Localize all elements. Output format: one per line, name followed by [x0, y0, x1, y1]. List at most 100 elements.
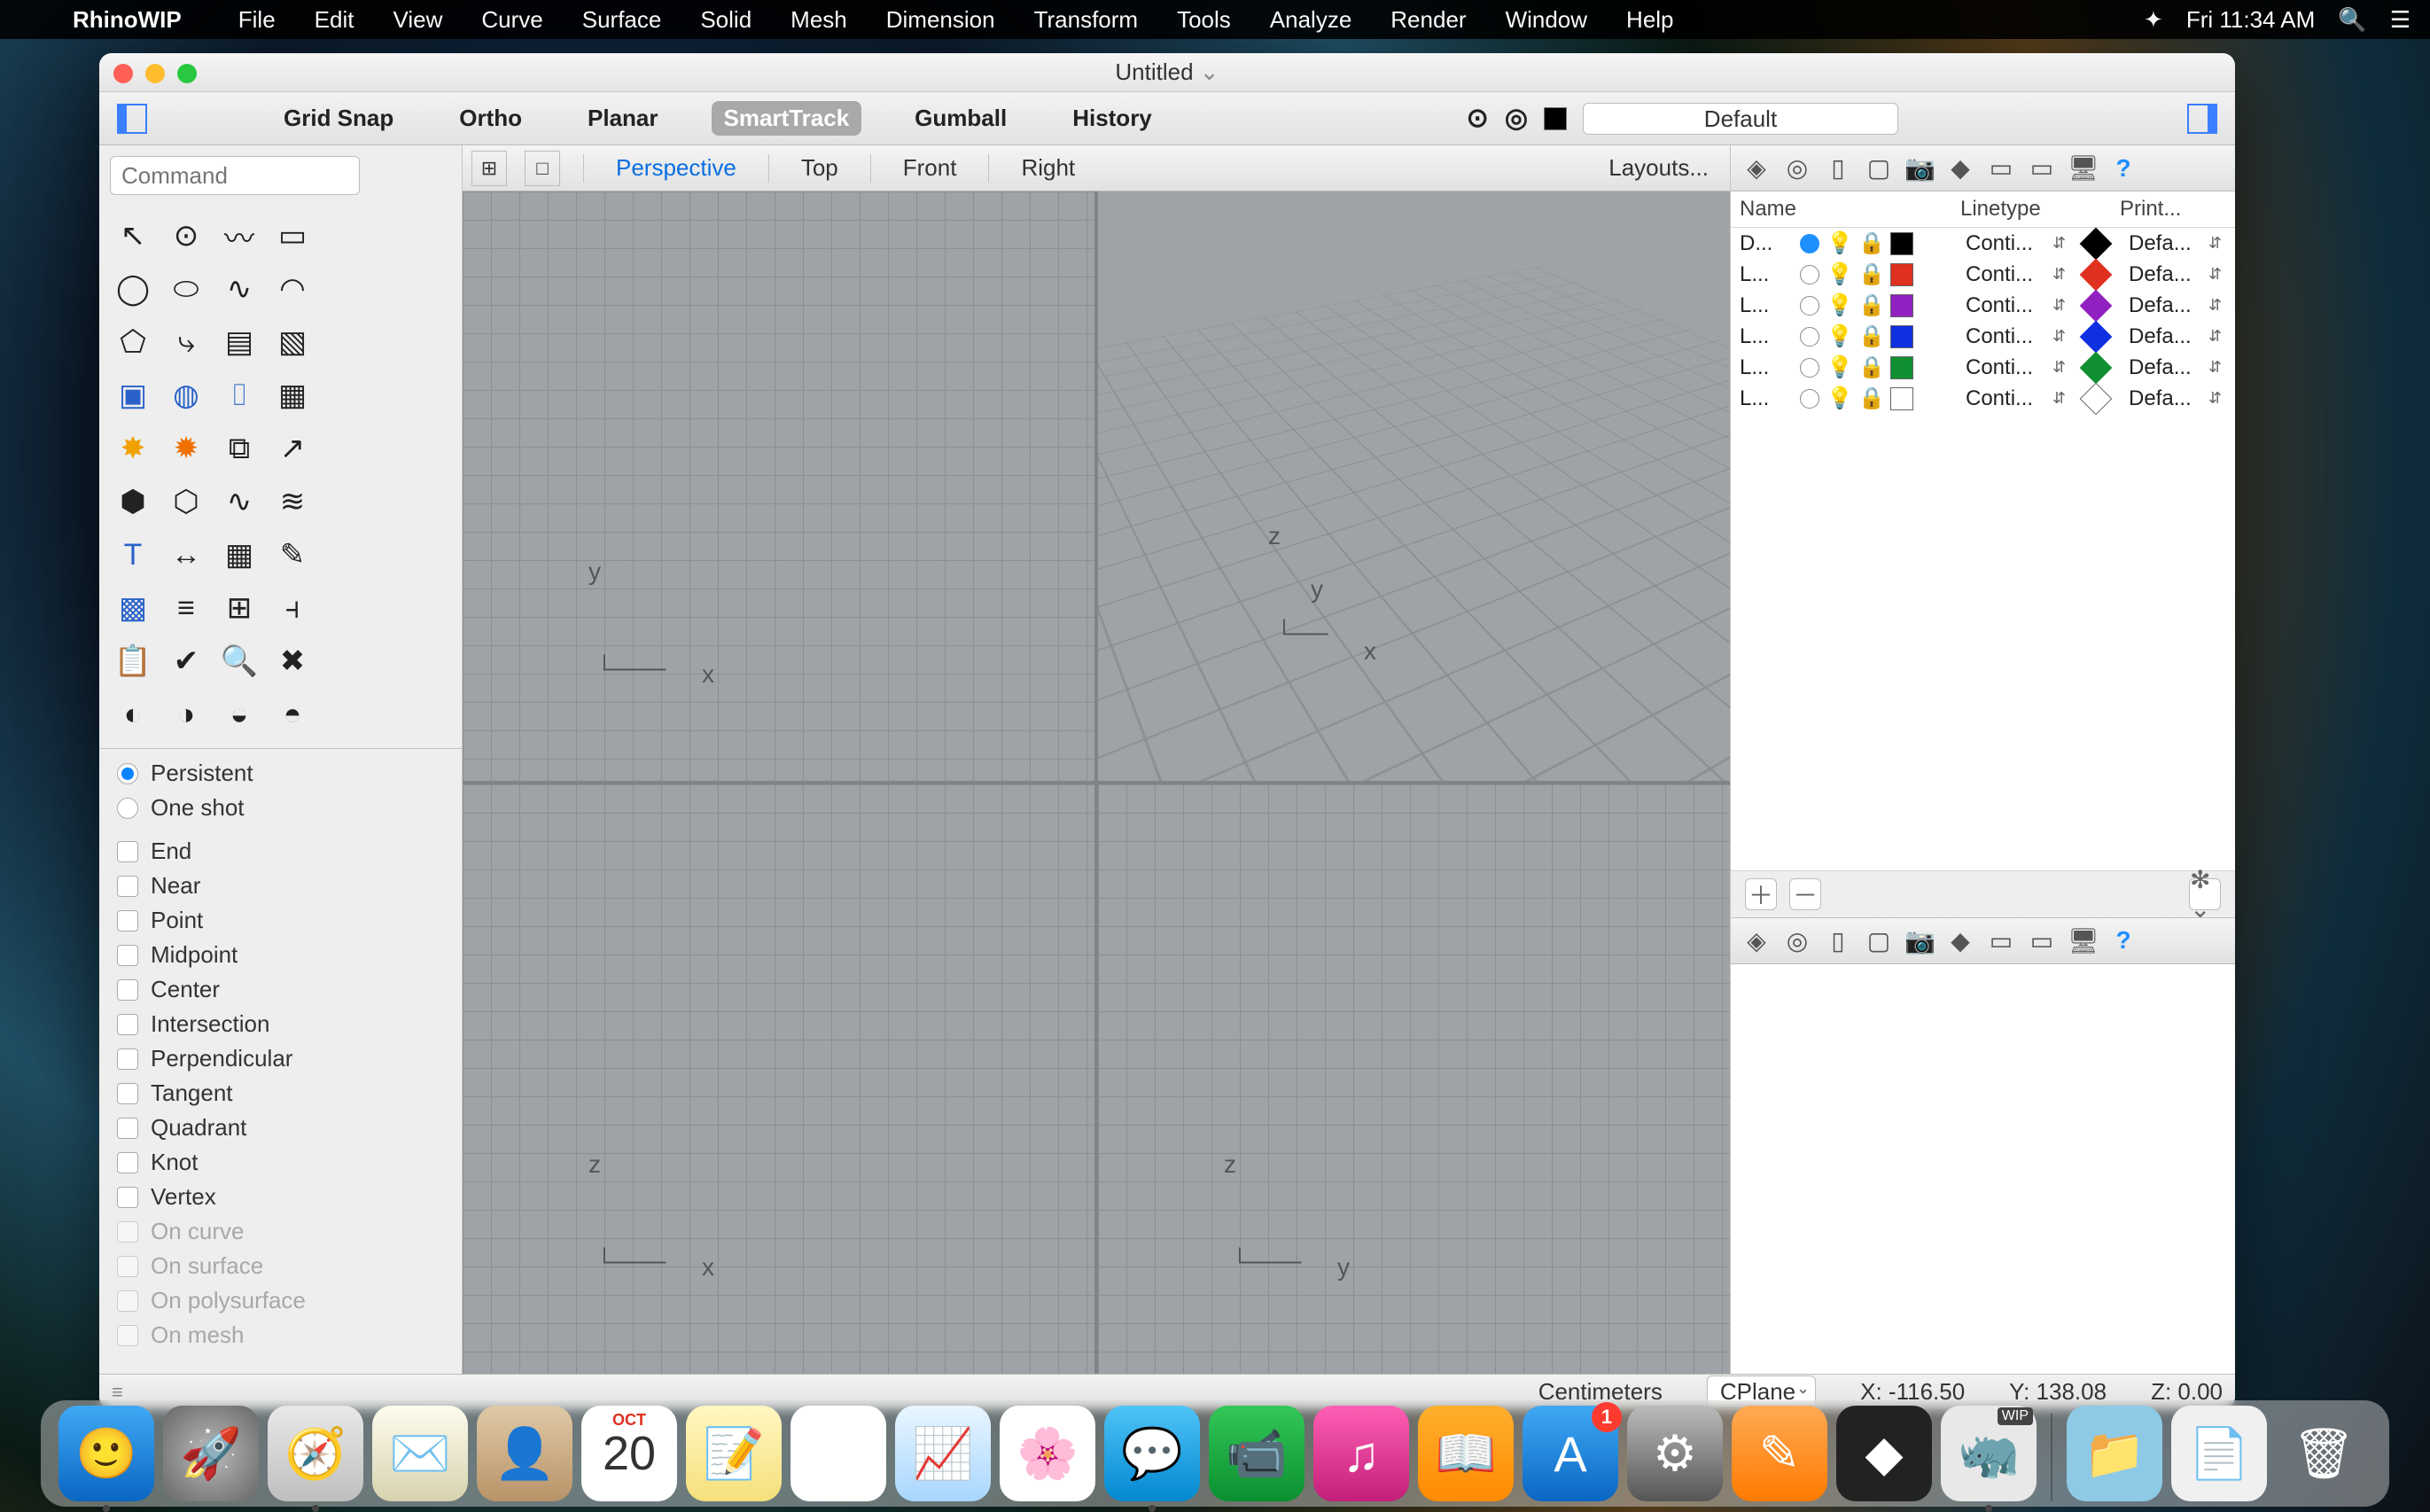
- layer-row[interactable]: D...💡🔒Conti...⇵Defa...⇵: [1731, 228, 2235, 259]
- osnap-intersection[interactable]: Intersection: [99, 1007, 462, 1041]
- layer-header-print[interactable]: Print...: [2120, 197, 2226, 222]
- viewport-front[interactable]: └───xz: [463, 784, 1094, 1374]
- dock-iannotate[interactable]: ✎: [1732, 1406, 1827, 1501]
- layer-color-swatch[interactable]: [1890, 325, 1913, 348]
- help-icon[interactable]: ?: [2108, 154, 2138, 183]
- lock-icon[interactable]: 🔒: [1858, 230, 1883, 256]
- menu-analyze[interactable]: Analyze: [1250, 6, 1372, 34]
- tool-text[interactable]: T: [106, 528, 160, 581]
- tool-box[interactable]: ▣: [106, 369, 160, 422]
- menu-help[interactable]: Help: [1607, 6, 1693, 34]
- viewtab-right[interactable]: Right: [1003, 154, 1093, 182]
- command-input[interactable]: [110, 156, 360, 195]
- menuextras-icon[interactable]: ☰: [2390, 6, 2411, 34]
- layer-color-swatch[interactable]: [1890, 263, 1913, 286]
- print-color-swatch[interactable]: [2080, 258, 2113, 291]
- tool-move[interactable]: ↗: [266, 422, 319, 475]
- left-sidebar-toggle[interactable]: [117, 104, 147, 134]
- tool-group[interactable]: ⬢: [106, 475, 160, 528]
- layer-current-radio[interactable]: [1800, 327, 1819, 347]
- viewtab-front[interactable]: Front: [885, 154, 975, 182]
- lock-icon[interactable]: 🔒: [1858, 292, 1883, 318]
- tool-offset[interactable]: ≋: [266, 475, 319, 528]
- right-sidebar-toggle[interactable]: [2187, 104, 2217, 134]
- dock-messages[interactable]: 💬: [1104, 1406, 1200, 1501]
- help-icon-2[interactable]: ?: [2108, 926, 2138, 955]
- dock-reminders[interactable]: ☰: [791, 1406, 886, 1501]
- tool-blend[interactable]: ∿: [213, 475, 266, 528]
- layer-current-radio[interactable]: [1800, 296, 1819, 316]
- notes-panel-icon[interactable]: ▯: [1823, 153, 1853, 183]
- properties-panel-icon[interactable]: ◎: [1782, 153, 1812, 183]
- viewtab-perspective[interactable]: Perspective: [598, 154, 754, 182]
- layer-row[interactable]: L...💡🔒Conti...⇵Defa...⇵: [1731, 352, 2235, 383]
- viewport-right[interactable]: └───yz: [1098, 784, 1730, 1374]
- titlebar[interactable]: Untitled ⌄: [99, 53, 2235, 92]
- tool-grid[interactable]: ⊞: [213, 581, 266, 635]
- tool-check[interactable]: ✔: [160, 635, 213, 688]
- tool-measure[interactable]: 🔍: [213, 635, 266, 688]
- record-icon[interactable]: ⊙: [1467, 103, 1489, 134]
- toolbar-smarttrack[interactable]: SmartTrack: [712, 101, 862, 136]
- osnap-perpendicular[interactable]: Perpendicular: [99, 1041, 462, 1076]
- tool-rect[interactable]: ▭: [266, 209, 319, 262]
- dock-itunes[interactable]: ♫: [1313, 1406, 1409, 1501]
- layer-options-button[interactable]: ✻ ⌄: [2189, 878, 2221, 910]
- menu-solid[interactable]: Solid: [681, 6, 771, 34]
- tool-paste[interactable]: 📋: [106, 635, 160, 688]
- zoom-button[interactable]: [177, 64, 197, 83]
- print-color-swatch[interactable]: [2080, 320, 2113, 353]
- osnap-near[interactable]: Near: [99, 869, 462, 903]
- named-views-icon[interactable]: ▭: [2027, 153, 2057, 183]
- tool-misc4[interactable]: ◓: [266, 688, 319, 741]
- dock-ibooks[interactable]: 📖: [1418, 1406, 1514, 1501]
- toolbar-history[interactable]: History: [1060, 101, 1164, 136]
- tool-arc[interactable]: ◠: [266, 262, 319, 316]
- dock-keyshot[interactable]: ◆: [1836, 1406, 1932, 1501]
- layer-header-linetype[interactable]: Linetype: [1960, 197, 2120, 222]
- menu-edit[interactable]: Edit: [295, 6, 374, 34]
- osnap-end[interactable]: End: [99, 834, 462, 869]
- materials-panel-icon[interactable]: ◆: [1945, 153, 1975, 183]
- tool-mesh[interactable]: ▦: [266, 369, 319, 422]
- lock-icon[interactable]: 🔒: [1858, 386, 1883, 411]
- target-icon[interactable]: ◎: [1505, 103, 1528, 134]
- dock-grapher[interactable]: 📈: [895, 1406, 991, 1501]
- bulb-icon[interactable]: 💡: [1826, 386, 1851, 411]
- tool-circle[interactable]: ◯: [106, 262, 160, 316]
- properties-panel-icon-2[interactable]: ◎: [1782, 926, 1812, 955]
- menu-curve[interactable]: Curve: [462, 6, 562, 34]
- dock-contacts[interactable]: 👤: [477, 1406, 572, 1501]
- menu-surface[interactable]: Surface: [563, 6, 681, 34]
- viewport-layout-1-icon[interactable]: □: [525, 151, 560, 186]
- menu-tools[interactable]: Tools: [1157, 6, 1250, 34]
- osnap-mode-one-shot[interactable]: One shot: [99, 791, 462, 825]
- layer-row[interactable]: L...💡🔒Conti...⇵Defa...⇵: [1731, 383, 2235, 414]
- tool-misc3[interactable]: ◒: [213, 688, 266, 741]
- status-icon[interactable]: ✦: [2144, 6, 2163, 34]
- tool-boolean[interactable]: ⧉: [213, 422, 266, 475]
- dock-trash[interactable]: 🗑: [2276, 1406, 2372, 1501]
- print-color-swatch[interactable]: [2080, 351, 2113, 384]
- layer-current-radio[interactable]: [1800, 358, 1819, 378]
- osnap-point[interactable]: Point: [99, 903, 462, 938]
- toolbar-grid-snap[interactable]: Grid Snap: [271, 101, 406, 136]
- osnap-mode-persistent[interactable]: Persistent: [99, 756, 462, 791]
- box-panel-icon-2[interactable]: ▢: [1864, 926, 1894, 955]
- tool-sphere[interactable]: ◍: [160, 369, 213, 422]
- dock-facetime[interactable]: 📹: [1209, 1406, 1305, 1501]
- dock-safari[interactable]: 🧭: [268, 1406, 363, 1501]
- layouts-menu[interactable]: Layouts...: [1608, 154, 1730, 182]
- bulb-icon[interactable]: 💡: [1826, 261, 1851, 287]
- osnap-midpoint[interactable]: Midpoint: [99, 938, 462, 972]
- bulb-icon[interactable]: 💡: [1826, 355, 1851, 380]
- menubar-clock[interactable]: Fri 11:34 AM: [2186, 6, 2315, 34]
- box-panel-icon[interactable]: ▢: [1864, 153, 1894, 183]
- menu-window[interactable]: Window: [1486, 6, 1607, 34]
- menu-render[interactable]: Render: [1371, 6, 1485, 34]
- tool-surface[interactable]: ▤: [213, 316, 266, 369]
- tool-light[interactable]: ✹: [160, 422, 213, 475]
- viewport-top[interactable]: └───xy: [463, 191, 1094, 781]
- viewport-perspective[interactable]: └──xyz: [1098, 191, 1730, 781]
- layer-row[interactable]: L...💡🔒Conti...⇵Defa...⇵: [1731, 321, 2235, 352]
